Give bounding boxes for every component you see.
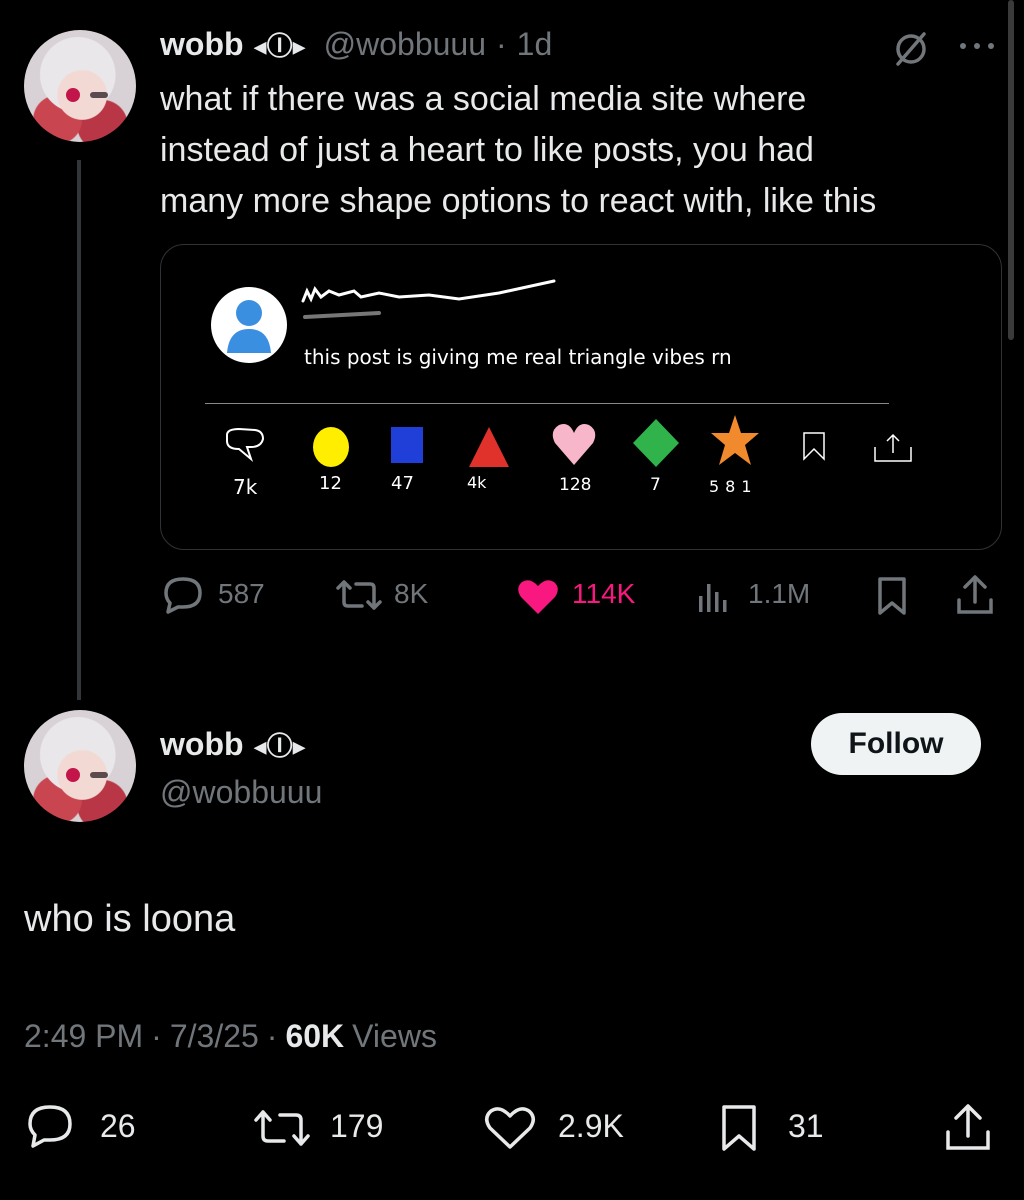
tweet-text-line: many more shape options to react with, l…	[160, 182, 877, 220]
tweet-text-line: instead of just a heart to like posts, y…	[160, 131, 814, 169]
views-count: 1.1M	[748, 578, 811, 609]
reaction-comment[interactable]	[221, 425, 267, 465]
grok-icon[interactable]	[890, 28, 932, 70]
reaction-count: 128	[559, 475, 592, 495]
share-icon[interactable]	[944, 1102, 992, 1152]
reaction-red-triangle-icon[interactable]	[467, 425, 511, 469]
reply-like-count: 2.9K	[558, 1108, 624, 1144]
tweet-time[interactable]: 1d	[517, 26, 553, 63]
reaction-count: 4k	[467, 473, 487, 492]
like-filled-icon[interactable]	[516, 578, 560, 616]
reply-meta: 2:49 PM · 7/3/25 · 60K Views	[24, 1018, 437, 1055]
reaction-count: 7	[650, 475, 661, 495]
repost-icon[interactable]	[334, 578, 384, 612]
like-icon[interactable]	[484, 1106, 536, 1150]
reaction-count: 581	[709, 477, 758, 496]
author-badge: ◂Ⓘ▸	[253, 31, 306, 61]
share-icon[interactable]	[955, 574, 995, 616]
bookmark-icon[interactable]	[720, 1104, 758, 1152]
views-icon[interactable]	[696, 578, 734, 614]
scribbled-name	[299, 279, 569, 329]
avatar[interactable]	[24, 30, 136, 142]
attached-image[interactable]: this post is giving me real triangle vib…	[160, 244, 1002, 550]
separator: ·	[151, 1018, 162, 1054]
reply-views-label: Views	[352, 1018, 437, 1054]
quote-body: this post is giving me real triangle vib…	[304, 345, 732, 369]
follow-button[interactable]: Follow	[811, 713, 981, 775]
reply-header: wobb ◂Ⓘ▸	[160, 726, 306, 763]
repost-icon[interactable]	[252, 1108, 312, 1148]
reply-icon[interactable]	[26, 1104, 74, 1148]
divider	[205, 403, 889, 404]
thread-line	[77, 160, 81, 700]
reply-date[interactable]: 7/3/25	[170, 1018, 259, 1055]
reaction-count: 47	[391, 473, 414, 494]
reply-text: who is loona	[24, 898, 236, 940]
reply-author-badge: ◂Ⓘ▸	[253, 731, 306, 761]
reaction-pink-heart-icon[interactable]	[551, 421, 597, 469]
more-icon[interactable]	[955, 36, 999, 56]
reply-icon[interactable]	[162, 576, 204, 614]
tweet-header: wobb ◂Ⓘ▸ @wobbuuu · 1d	[160, 26, 552, 63]
reply-author-name[interactable]: wobb	[160, 726, 244, 763]
separator: ·	[266, 1018, 278, 1054]
avatar-eye	[66, 768, 80, 782]
repost-count: 8K	[394, 578, 429, 609]
reaction-count: 7k	[233, 475, 258, 499]
author-handle[interactable]: @wobbuuu	[324, 26, 486, 63]
reply-reply-count: 26	[100, 1108, 136, 1144]
reply-views-count: 60K	[285, 1018, 345, 1054]
avatar-eye	[66, 88, 80, 102]
reply-author-handle[interactable]: @wobbuuu	[160, 774, 322, 811]
drawn-avatar	[209, 285, 289, 365]
reaction-blue-square-icon[interactable]	[389, 425, 425, 465]
reaction-yellow-circle-icon[interactable]	[311, 425, 351, 469]
separator: ·	[496, 26, 507, 62]
author-name[interactable]: wobb	[160, 26, 244, 63]
reply-repost-count: 179	[330, 1108, 384, 1144]
avatar-eye-closed	[90, 772, 108, 778]
reaction-count: 12	[319, 473, 342, 494]
reaction-share-icon[interactable]	[871, 431, 915, 465]
tweet-text-line: what if there was a social media site wh…	[160, 80, 807, 118]
reaction-orange-star-icon[interactable]	[709, 413, 761, 467]
reply-bookmark-count: 31	[788, 1108, 824, 1144]
reply-count: 587	[218, 578, 265, 609]
tweet-text: what if there was a social media site wh…	[160, 74, 1010, 227]
avatar-eye-closed	[90, 92, 108, 98]
reaction-green-diamond-icon[interactable]	[631, 417, 681, 469]
reply-avatar[interactable]	[24, 710, 136, 822]
bookmark-icon[interactable]	[876, 576, 908, 616]
reaction-bookmark-icon[interactable]	[801, 431, 827, 461]
reply-time[interactable]: 2:49 PM	[24, 1018, 143, 1055]
like-count: 114K	[572, 578, 636, 609]
